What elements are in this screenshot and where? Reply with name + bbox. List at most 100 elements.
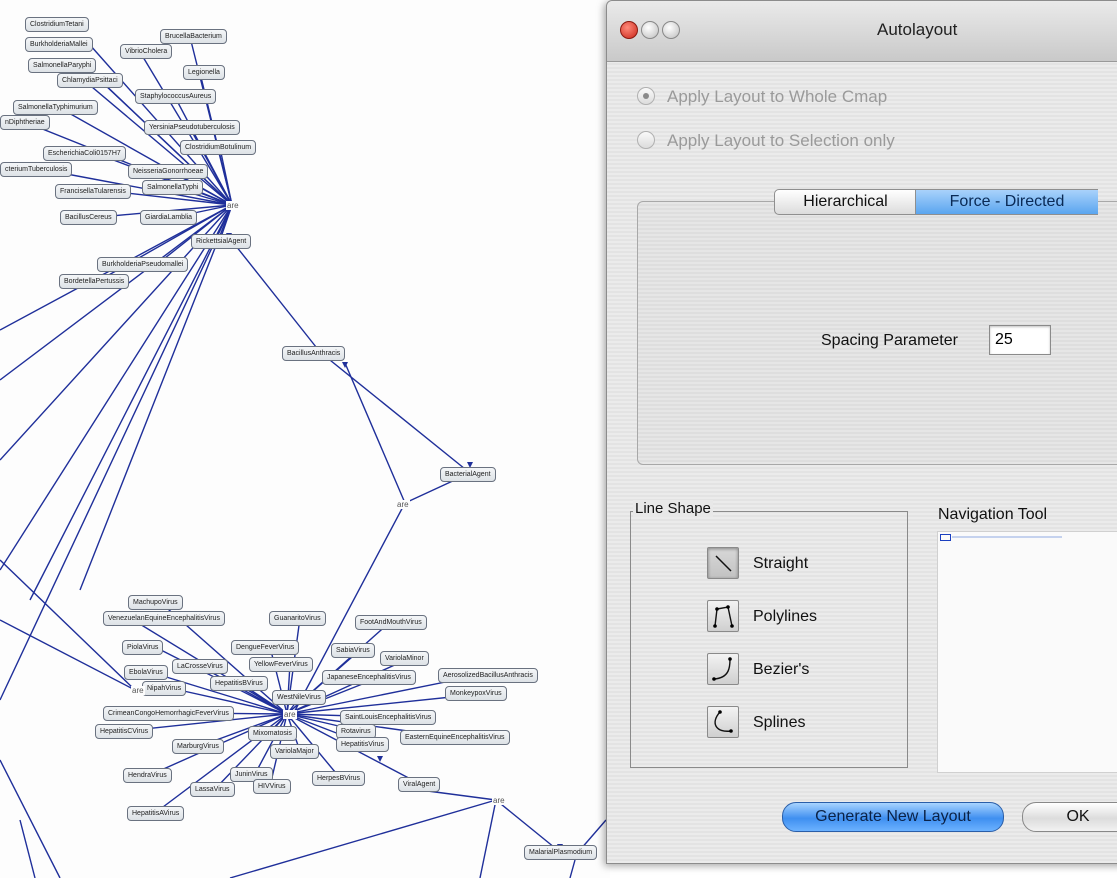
navigation-tool-pane[interactable] [937, 531, 1117, 773]
map-node[interactable]: ViralAgent [398, 777, 441, 792]
map-node[interactable]: JapaneseEncephalitisVirus [322, 670, 416, 685]
map-node[interactable]: BordetellaPertussis [59, 274, 130, 289]
map-link [19, 819, 36, 878]
map-node[interactable]: HepatitisBVirus [210, 676, 268, 691]
tab-force-directed[interactable]: Force - Directed [915, 189, 1098, 215]
map-node[interactable]: FootAndMouthVirus [355, 615, 427, 630]
map-node[interactable]: HepatitisVirus [336, 737, 390, 752]
map-link [569, 859, 576, 878]
polylines-label: Polylines [753, 608, 818, 625]
map-link [231, 240, 321, 353]
map-node[interactable]: MonkeypoxVirus [445, 686, 507, 701]
link-label: are [226, 201, 240, 210]
map-link [344, 362, 406, 504]
link-label: are [492, 796, 506, 805]
navigation-tool-title: Navigation Tool [938, 506, 1048, 523]
map-node[interactable]: BrucellaBacterium [160, 29, 227, 44]
line-shape-title: Line Shape [633, 500, 713, 517]
radio-selected-icon[interactable] [637, 86, 655, 105]
dialog-titlebar[interactable]: Autolayout [607, 1, 1117, 62]
autolayout-dialog: Autolayout Apply Layout to Whole Cmap Ap… [606, 0, 1117, 864]
map-node[interactable]: EscherichiaColi0157H7 [43, 146, 126, 161]
radio-whole-cmap[interactable]: Apply Layout to Whole Cmap [637, 86, 888, 107]
map-node[interactable]: HIVVirus [253, 779, 291, 794]
map-node[interactable]: BacillusAnthracis [282, 346, 346, 361]
beziers-label: Bezier's [753, 661, 810, 678]
map-node[interactable]: SalmonellaTyphi [142, 180, 204, 195]
map-node[interactable]: BacterialAgent [440, 467, 496, 482]
navigation-viewport-box[interactable] [940, 534, 951, 541]
generate-new-layout-button[interactable]: Generate New Layout [782, 802, 1004, 832]
map-node[interactable]: AerosolizedBacillusAnthracis [438, 668, 538, 683]
map-node[interactable]: PiolaVirus [122, 640, 164, 655]
map-node[interactable]: EbolaVirus [124, 665, 168, 680]
beziers-button[interactable] [707, 653, 739, 685]
map-link [319, 351, 471, 474]
map-node[interactable]: cteriumTuberculosis [0, 162, 73, 177]
map-node[interactable]: GuanaritoVirus [269, 611, 326, 626]
map-node[interactable]: StaphylococcusAureus [135, 89, 217, 104]
radio-unselected-icon[interactable] [637, 130, 655, 149]
minimize-window-icon[interactable] [641, 21, 659, 39]
map-node[interactable]: MachupoVirus [128, 595, 183, 610]
map-node[interactable]: SalmonellaTyphimurium [13, 100, 98, 115]
map-node[interactable]: BurkholderiaMallei [25, 37, 93, 52]
map-node[interactable]: Mixomatosis [248, 726, 297, 741]
tab-hierarchical[interactable]: Hierarchical [774, 189, 917, 215]
map-node[interactable]: HerpesBVirus [312, 771, 366, 786]
concept-map-canvas[interactable]: ClostridiumTetani BurkholderiaMallei Bru… [0, 0, 610, 878]
splines-button[interactable] [707, 706, 739, 738]
map-node[interactable]: YersiniaPseudotuberculosis [144, 120, 240, 135]
zoom-window-icon[interactable] [662, 21, 680, 39]
map-node[interactable]: NeisseriaGonorrhoeae [128, 164, 209, 179]
map-node[interactable]: ClostridiumBotulinum [180, 140, 257, 155]
straight-line-button[interactable] [707, 547, 739, 579]
map-node[interactable]: RickettsialAgent [191, 234, 252, 249]
link-label: are [283, 710, 297, 719]
map-node[interactable]: LassaVirus [190, 782, 235, 797]
map-node[interactable]: EasternEquineEncephalitisVirus [400, 730, 510, 745]
map-link [479, 799, 497, 878]
map-node[interactable]: ChlamydiaPsittaci [57, 73, 123, 88]
map-node[interactable]: BacillusCereus [60, 210, 117, 225]
map-node[interactable]: nDiphtheriae [0, 115, 50, 130]
map-node[interactable]: GiardiaLamblia [140, 210, 198, 225]
map-node[interactable]: YellowFeverVirus [249, 657, 313, 672]
map-node[interactable]: HepatitisAVirus [127, 806, 185, 821]
map-node[interactable]: LaCrosseVirus [172, 659, 228, 674]
map-node[interactable]: MarburgVirus [172, 739, 224, 754]
map-node[interactable]: BurkholderiaPseudomallei [97, 257, 189, 272]
map-node[interactable]: CrimeanCongoHemorrhagicFeverVirus [103, 706, 234, 721]
map-node[interactable]: SabiaVirus [331, 643, 375, 658]
splines-label: Splines [753, 714, 806, 731]
map-node[interactable]: ClostridiumTetani [25, 17, 89, 32]
map-node[interactable]: VariolaMinor [380, 651, 429, 666]
map-link [0, 619, 136, 691]
radio-label: Apply Layout to Whole Cmap [667, 87, 888, 106]
map-node[interactable]: Legionella [183, 65, 225, 80]
map-node[interactable]: HepatitisCVirus [95, 724, 154, 739]
map-node[interactable]: FrancisellaTularensis [55, 184, 131, 199]
radio-selection-only[interactable]: Apply Layout to Selection only [637, 130, 895, 151]
spacing-parameter-input[interactable]: 25 [989, 325, 1051, 355]
map-node[interactable]: DengueFeverVirus [231, 640, 300, 655]
map-link [229, 799, 497, 878]
map-node[interactable]: VenezuelanEquineEncephalitisVirus [103, 611, 225, 626]
map-node[interactable]: NipahVirus [142, 681, 187, 696]
map-node[interactable]: SaintLouisEncephalitisVirus [340, 710, 437, 725]
ok-button[interactable]: OK [1022, 802, 1117, 832]
close-window-icon[interactable] [620, 21, 638, 39]
bezier-curve-icon [712, 657, 732, 681]
map-node[interactable]: SalmonellaParyphi [28, 58, 97, 73]
map-node[interactable]: VibrioCholera [120, 44, 173, 59]
spacing-parameter-label: Spacing Parameter [821, 332, 958, 349]
dialog-title: Autolayout [877, 20, 958, 39]
straight-line-icon [715, 555, 732, 572]
map-node[interactable]: HendraVirus [123, 768, 172, 783]
polylines-button[interactable] [707, 600, 739, 632]
polyline-icon [713, 605, 734, 628]
map-node[interactable]: MalarialPlasmodium [524, 845, 598, 860]
radio-label: Apply Layout to Selection only [667, 131, 895, 150]
map-node[interactable]: WestNileVirus [272, 690, 326, 705]
map-node[interactable]: VariolaMajor [270, 744, 319, 759]
